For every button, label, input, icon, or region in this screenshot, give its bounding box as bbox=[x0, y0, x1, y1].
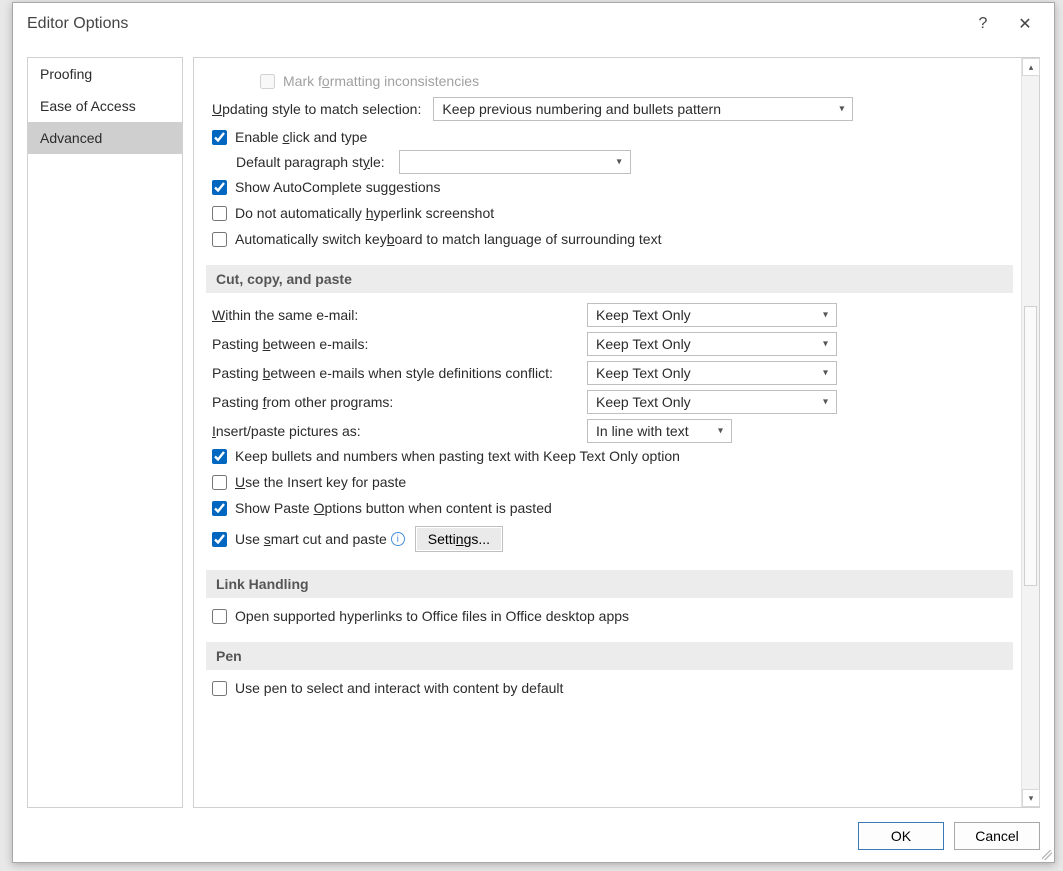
checkbox-open-office-links[interactable] bbox=[212, 609, 227, 624]
sidebar-item-proofing[interactable]: Proofing bbox=[28, 58, 182, 90]
checkbox-row-smart-cut: Use smart cut and paste i Settings... bbox=[212, 526, 1013, 552]
dialog-title: Editor Options bbox=[27, 15, 962, 33]
label-use-pen: Use pen to select and interact with cont… bbox=[235, 680, 563, 696]
checkbox-row-use-pen: Use pen to select and interact with cont… bbox=[212, 680, 1013, 696]
caret-icon: ▾ bbox=[823, 368, 828, 379]
label-insert-key: Use the Insert key for paste bbox=[235, 474, 406, 490]
checkbox-use-pen[interactable] bbox=[212, 681, 227, 696]
paste-between-row: Pasting between e-mails: Keep Text Only … bbox=[212, 332, 1013, 356]
dropdown-insert-pictures-value: In line with text bbox=[596, 423, 689, 439]
resize-grip-icon[interactable] bbox=[1042, 850, 1052, 860]
checkbox-row-no-hyperlink: Do not automatically hyperlink screensho… bbox=[212, 205, 1013, 221]
label-mark-formatting: Mark formatting inconsistencies bbox=[283, 73, 479, 89]
dropdown-paste-between-value: Keep Text Only bbox=[596, 336, 691, 352]
checkbox-smart-cut[interactable] bbox=[212, 532, 227, 547]
dialog-footer: OK Cancel bbox=[858, 822, 1040, 850]
checkbox-row-paste-options: Show Paste Options button when content i… bbox=[212, 500, 1013, 516]
sidebar-item-advanced[interactable]: Advanced bbox=[28, 122, 182, 154]
caret-icon: ▾ bbox=[823, 339, 828, 350]
dropdown-paste-other-value: Keep Text Only bbox=[596, 394, 691, 410]
help-icon: ? bbox=[979, 15, 988, 33]
dropdown-paste-within-value: Keep Text Only bbox=[596, 307, 691, 323]
info-icon[interactable]: i bbox=[391, 532, 405, 546]
close-icon: ✕ bbox=[1018, 14, 1031, 34]
dropdown-paste-other[interactable]: Keep Text Only ▾ bbox=[587, 390, 837, 414]
label-autocomplete: Show AutoComplete suggestions bbox=[235, 179, 440, 195]
label-paste-other: Pasting from other programs: bbox=[212, 394, 587, 410]
dialog-body: Proofing Ease of Access Advanced Mark fo… bbox=[27, 57, 1040, 808]
paste-conflict-row: Pasting between e-mails when style defin… bbox=[212, 361, 1013, 385]
label-insert-pictures: Insert/paste pictures as: bbox=[212, 423, 587, 439]
dropdown-paste-within[interactable]: Keep Text Only ▾ bbox=[587, 303, 837, 327]
dropdown-updating-style[interactable]: Keep previous numbering and bullets patt… bbox=[433, 97, 853, 121]
label-paste-options: Show Paste Options button when content i… bbox=[235, 500, 552, 516]
label-no-hyperlink: Do not automatically hyperlink screensho… bbox=[235, 205, 494, 221]
caret-icon: ▾ bbox=[823, 310, 828, 321]
dropdown-updating-style-value: Keep previous numbering and bullets patt… bbox=[442, 101, 721, 117]
checkbox-click-and-type[interactable] bbox=[212, 130, 227, 145]
dropdown-insert-pictures[interactable]: In line with text ▾ bbox=[587, 419, 732, 443]
smart-paste-settings-button[interactable]: Settings... bbox=[415, 526, 503, 552]
checkbox-switch-keyboard[interactable] bbox=[212, 232, 227, 247]
label-default-paragraph: Default paragraph style: bbox=[236, 154, 385, 170]
content-scroll-area: Mark formatting inconsistencies Updating… bbox=[194, 58, 1021, 807]
scroll-thumb[interactable] bbox=[1024, 306, 1037, 586]
label-open-office-links: Open supported hyperlinks to Office file… bbox=[235, 608, 629, 624]
titlebar: Editor Options ? ✕ bbox=[13, 3, 1054, 45]
section-pen: Pen bbox=[206, 642, 1013, 670]
category-sidebar: Proofing Ease of Access Advanced bbox=[27, 57, 183, 808]
checkbox-row-switch-keyboard: Automatically switch keyboard to match l… bbox=[212, 231, 1013, 247]
section-link-handling: Link Handling bbox=[206, 570, 1013, 598]
paste-other-row: Pasting from other programs: Keep Text O… bbox=[212, 390, 1013, 414]
sidebar-item-ease-of-access[interactable]: Ease of Access bbox=[28, 90, 182, 122]
label-updating-style: Updating style to match selection: bbox=[212, 101, 421, 117]
checkbox-keep-bullets[interactable] bbox=[212, 449, 227, 464]
label-paste-between: Pasting between e-mails: bbox=[212, 336, 587, 352]
checkbox-no-hyperlink[interactable] bbox=[212, 206, 227, 221]
caret-icon: ▾ bbox=[617, 157, 622, 168]
checkbox-row-open-office-links: Open supported hyperlinks to Office file… bbox=[212, 608, 1013, 624]
checkbox-insert-key[interactable] bbox=[212, 475, 227, 490]
checkbox-row-keep-bullets: Keep bullets and numbers when pasting te… bbox=[212, 448, 1013, 464]
section-cut-copy-paste: Cut, copy, and paste bbox=[206, 265, 1013, 293]
checkbox-row-mark-formatting: Mark formatting inconsistencies bbox=[260, 73, 1013, 89]
content-pane: Mark formatting inconsistencies Updating… bbox=[193, 57, 1040, 808]
label-paste-within: Within the same e-mail: bbox=[212, 307, 587, 323]
caret-icon: ▾ bbox=[718, 426, 723, 437]
dropdown-paste-conflict-value: Keep Text Only bbox=[596, 365, 691, 381]
checkbox-autocomplete[interactable] bbox=[212, 180, 227, 195]
checkbox-row-click-and-type: Enable click and type bbox=[212, 129, 1013, 145]
paste-within-row: Within the same e-mail: Keep Text Only ▾ bbox=[212, 303, 1013, 327]
updating-style-row: Updating style to match selection: Keep … bbox=[212, 97, 1013, 121]
caret-icon: ▾ bbox=[823, 397, 828, 408]
editor-options-dialog: Editor Options ? ✕ Proofing Ease of Acce… bbox=[12, 2, 1055, 863]
checkbox-row-insert-key: Use the Insert key for paste bbox=[212, 474, 1013, 490]
label-smart-cut: Use smart cut and paste bbox=[235, 531, 387, 547]
dropdown-paste-conflict[interactable]: Keep Text Only ▾ bbox=[587, 361, 837, 385]
scroll-down-arrow-icon[interactable]: ▾ bbox=[1022, 789, 1040, 807]
label-keep-bullets: Keep bullets and numbers when pasting te… bbox=[235, 448, 680, 464]
dropdown-paste-between[interactable]: Keep Text Only ▾ bbox=[587, 332, 837, 356]
close-button[interactable]: ✕ bbox=[1004, 6, 1046, 42]
caret-icon: ▾ bbox=[839, 104, 844, 115]
help-button[interactable]: ? bbox=[962, 6, 1004, 42]
checkbox-row-autocomplete: Show AutoComplete suggestions bbox=[212, 179, 1013, 195]
label-switch-keyboard: Automatically switch keyboard to match l… bbox=[235, 231, 661, 247]
dropdown-default-paragraph[interactable]: ▾ bbox=[399, 150, 631, 174]
label-paste-conflict: Pasting between e-mails when style defin… bbox=[212, 365, 587, 381]
checkbox-mark-formatting bbox=[260, 74, 275, 89]
scroll-track[interactable] bbox=[1022, 76, 1039, 789]
insert-pictures-row: Insert/paste pictures as: In line with t… bbox=[212, 419, 1013, 443]
vertical-scrollbar[interactable]: ▴ ▾ bbox=[1021, 58, 1039, 807]
scroll-up-arrow-icon[interactable]: ▴ bbox=[1022, 58, 1040, 76]
cancel-button[interactable]: Cancel bbox=[954, 822, 1040, 850]
label-click-and-type: Enable click and type bbox=[235, 129, 367, 145]
default-paragraph-row: Default paragraph style: ▾ bbox=[236, 150, 1013, 174]
checkbox-paste-options[interactable] bbox=[212, 501, 227, 516]
ok-button[interactable]: OK bbox=[858, 822, 944, 850]
